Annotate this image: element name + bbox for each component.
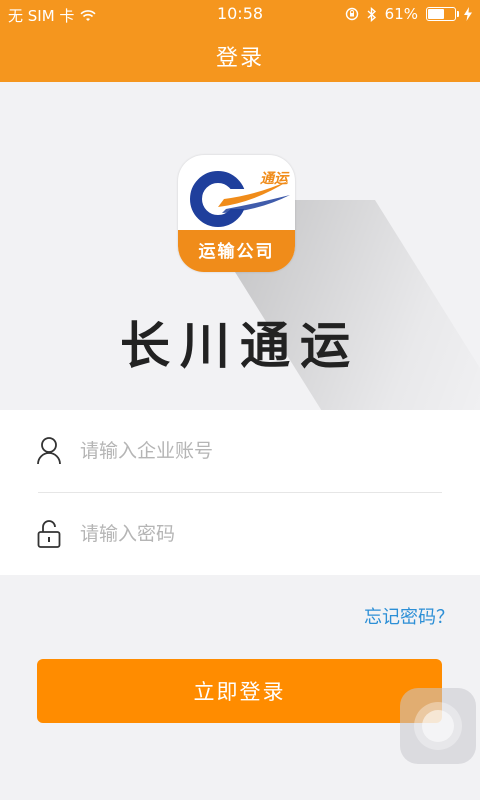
lock-icon — [37, 520, 61, 548]
battery-level-fill — [428, 9, 444, 19]
assistive-touch-button[interactable] — [400, 688, 476, 764]
orientation-lock-icon — [345, 7, 358, 21]
logo-label: 运输公司 — [198, 242, 275, 262]
forgot-password-link[interactable]: 忘记密码？ — [364, 603, 454, 629]
login-form — [0, 410, 480, 575]
account-input[interactable] — [80, 432, 440, 470]
account-row — [0, 410, 480, 493]
logo-badge-text: 通运 — [260, 171, 290, 187]
password-input[interactable] — [80, 515, 440, 553]
nav-bar: 登录 — [0, 28, 480, 82]
brand-name: 长川通运 — [120, 317, 360, 375]
status-bar: 无 SIM 卡 10:58 61% — [0, 0, 480, 28]
logo-area: 通运 运输公司 长川通运 — [0, 82, 480, 410]
logo-c-mark-icon: 通运 — [190, 171, 290, 227]
login-button[interactable]: 立即登录 — [37, 659, 442, 723]
assistive-touch-ring-inner — [422, 710, 454, 742]
app-logo: 通运 运输公司 — [178, 155, 295, 272]
charging-icon — [464, 7, 472, 21]
status-right: 61% — [345, 5, 472, 23]
bluetooth-icon — [367, 6, 376, 22]
user-icon — [37, 437, 61, 465]
page-title: 登录 — [215, 46, 264, 71]
battery-percent: 61% — [384, 5, 418, 23]
password-row — [0, 493, 480, 575]
battery-tip — [457, 11, 459, 17]
battery-icon — [426, 7, 459, 21]
